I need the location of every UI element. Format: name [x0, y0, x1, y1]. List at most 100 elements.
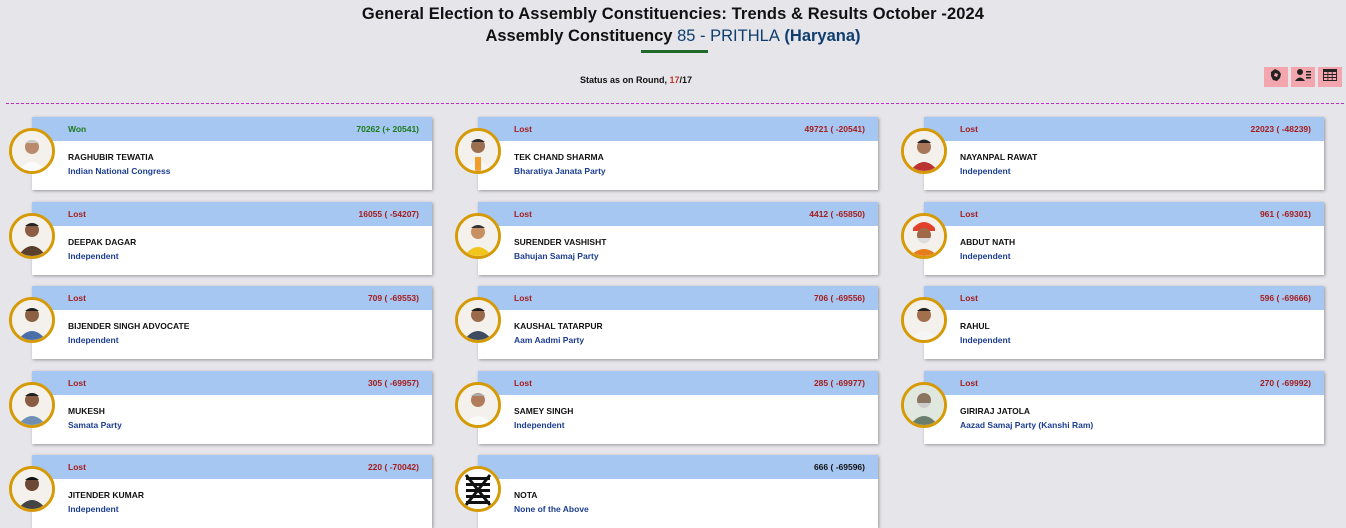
candidate-name: TEK CHAND SHARMA: [514, 152, 604, 162]
result-status: Lost: [68, 462, 86, 472]
candidate-card[interactable]: Lost 22023 ( -48239) NAYANPAL RAWAT Inde…: [901, 117, 1324, 190]
party-name: Bharatiya Janata Party: [514, 166, 606, 176]
vote-count: 70262 (+ 20541): [356, 124, 419, 134]
title-underline: [641, 50, 708, 53]
candidate-button[interactable]: [1291, 67, 1315, 87]
vote-count: 706 ( -69556): [813, 293, 865, 303]
candidate-photo: [455, 382, 501, 428]
candidate-photo: [901, 297, 947, 343]
candidate-card[interactable]: Lost 709 ( -69553) BIJENDER SINGH ADVOCA…: [9, 286, 432, 359]
candidate-name: GIRIRAJ JATOLA: [960, 406, 1031, 416]
candidate-photo: [901, 213, 947, 259]
candidate-name: NOTA: [514, 490, 538, 500]
vote-count: 305 ( -69957): [367, 378, 419, 388]
candidate-card[interactable]: Lost 220 ( -70042) JITENDER KUMAR Indepe…: [9, 455, 432, 528]
candidate-photo: [9, 382, 55, 428]
candidate-card[interactable]: Lost 305 ( -69957) MUKESH Samata Party: [9, 371, 432, 444]
candidate-name: ABDUT NATH: [960, 237, 1016, 247]
result-status: Lost: [68, 293, 86, 303]
candidate-card[interactable]: Lost 706 ( -69556) KAUSHAL TATARPUR Aam …: [455, 286, 878, 359]
ac-number: 85: [677, 27, 696, 45]
party-name: Independent: [68, 335, 119, 345]
candidate-card[interactable]: Lost 4412 ( -65850) SURENDER VASHISHT Ba…: [455, 202, 878, 275]
party-name: Independent: [68, 251, 119, 261]
candidate-name: BIJENDER SINGH ADVOCATE: [68, 321, 190, 331]
party-name: Independent: [68, 504, 119, 514]
ac-prefix: Assembly Constituency: [485, 27, 673, 45]
table-icon: [1323, 68, 1337, 86]
result-status: Lost: [960, 378, 978, 388]
vote-count: 49721 ( -20541): [804, 124, 866, 134]
result-status: Lost: [960, 209, 978, 219]
vote-count: 4412 ( -65850): [809, 209, 865, 219]
result-status: Lost: [68, 209, 86, 219]
vote-count: 270 ( -69992): [1259, 378, 1311, 388]
result-status: Lost: [514, 124, 532, 134]
candidate-card[interactable]: Won 70262 (+ 20541) RAGHUBIR TEWATIA Ind…: [9, 117, 432, 190]
party-name: Bahujan Samaj Party: [514, 251, 599, 261]
candidate-photo: [9, 297, 55, 343]
page-title: General Election to Assembly Constituenc…: [361, 5, 985, 23]
candidate-photo: [455, 128, 501, 174]
candidate-name: MUKESH: [68, 406, 105, 416]
vote-count: 666 ( -69596): [813, 462, 865, 472]
vote-count: 16055 ( -54207): [358, 209, 420, 219]
candidate-photo: [9, 466, 55, 512]
party-name: Independent: [514, 420, 565, 430]
candidate-card[interactable]: Lost 49721 ( -20541) TEK CHAND SHARMA Bh…: [455, 117, 878, 190]
candidate-name: KAUSHAL TATARPUR: [514, 321, 603, 331]
party-name: Aam Aadmi Party: [514, 335, 585, 345]
party-name: Samata Party: [68, 420, 122, 430]
result-status: Lost: [514, 378, 532, 388]
candidate-card[interactable]: Lost 961 ( -69301) ABDUT NATH Independen…: [901, 202, 1324, 275]
round-current: 17: [669, 75, 680, 85]
candidate-name: JITENDER KUMAR: [68, 490, 145, 500]
ac-separator: -: [700, 27, 706, 45]
vote-count: 596 ( -69666): [1259, 293, 1311, 303]
candidate-name: NAYANPAL RAWAT: [960, 152, 1038, 162]
round-status: Status as on Round, 17/17: [579, 75, 693, 85]
party-name: Independent: [960, 166, 1011, 176]
result-status: Lost: [960, 293, 978, 303]
candidate-card[interactable]: Lost 285 ( -69977) SAMEY SINGH Independe…: [455, 371, 878, 444]
candidate-name: SAMEY SINGH: [514, 406, 574, 416]
candidate-card[interactable]: Lost 270 ( -69992) GIRIRAJ JATOLA Aazad …: [901, 371, 1324, 444]
map-icon: [1269, 68, 1283, 87]
party-name: Aazad Samaj Party (Kanshi Ram): [960, 420, 1094, 430]
party-name: Independent: [960, 251, 1011, 261]
result-status: Lost: [960, 124, 978, 134]
candidate-name: DEEPAK DAGAR: [68, 237, 137, 247]
vote-count: 22023 ( -48239): [1250, 124, 1312, 134]
round-total: 17: [682, 75, 693, 85]
table-button[interactable]: [1318, 67, 1342, 87]
candidate-photo: [901, 382, 947, 428]
result-status: Lost: [514, 293, 532, 303]
nota-icon: [455, 466, 501, 512]
candidate-card[interactable]: Lost 596 ( -69666) RAHUL Independent: [901, 286, 1324, 359]
vote-count: 285 ( -69977): [813, 378, 865, 388]
candidate-photo: [9, 128, 55, 174]
candidate-photo: [455, 297, 501, 343]
candidate-photo: [9, 213, 55, 259]
result-status: Lost: [514, 209, 532, 219]
candidate-name: RAGHUBIR TEWATIA: [68, 152, 154, 162]
candidate-icon: [1295, 68, 1311, 87]
vote-count: 961 ( -69301): [1259, 209, 1311, 219]
ac-name: PRITHLA: [710, 27, 780, 45]
candidate-name: RAHUL: [960, 321, 990, 331]
constituency-title: Assembly Constituency 85 - PRITHLA (Hary…: [0, 27, 1346, 46]
party-name: None of the Above: [514, 504, 589, 514]
map-button[interactable]: [1264, 67, 1288, 87]
candidate-name: SURENDER VASHISHT: [514, 237, 607, 247]
ac-state: (Haryana): [784, 27, 861, 45]
result-status: Lost: [68, 378, 86, 388]
nota-card[interactable]: 666 ( -69596) NOTA None of the Above: [455, 455, 878, 528]
vote-count: 220 ( -70042): [367, 462, 419, 472]
party-name: Indian National Congress: [68, 166, 171, 176]
section-divider: [6, 103, 1344, 104]
candidate-photo: [901, 128, 947, 174]
result-status: Won: [68, 124, 87, 134]
party-name: Independent: [960, 335, 1011, 345]
candidate-card[interactable]: Lost 16055 ( -54207) DEEPAK DAGAR Indepe…: [9, 202, 432, 275]
vote-count: 709 ( -69553): [367, 293, 419, 303]
